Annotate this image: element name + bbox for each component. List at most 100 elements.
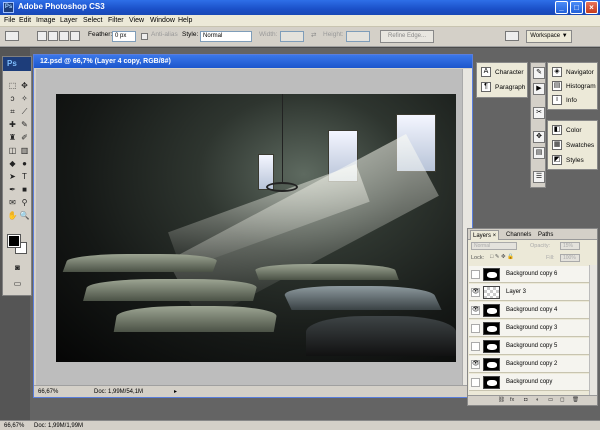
healing-brush-icon[interactable]: ✚ <box>7 120 18 130</box>
notes-tool-icon[interactable]: ✉ <box>7 198 18 208</box>
move-tool-icon[interactable]: ✥ <box>19 81 30 91</box>
history-icon[interactable]: ▤ <box>533 147 545 159</box>
new-group-icon[interactable]: ▭ <box>548 397 553 403</box>
panel-histogram[interactable]: ▤ Histogram <box>552 80 596 94</box>
palette-well-icon[interactable] <box>505 31 519 41</box>
link-layers-icon[interactable]: ⛓ <box>498 397 505 403</box>
menu-layer[interactable]: Layer <box>60 17 78 24</box>
menu-help[interactable]: Help <box>178 17 192 24</box>
feather-input[interactable]: 0 px <box>112 31 136 42</box>
tool-presets-icon[interactable]: ▶ <box>533 83 545 95</box>
layer-row[interactable]: 👁 Background copy 2 <box>469 356 589 373</box>
layer-style-icon[interactable]: fx <box>510 397 514 403</box>
magic-wand-tool-icon[interactable]: ✧ <box>19 94 30 104</box>
lasso-tool-icon[interactable]: ↄ <box>7 94 18 104</box>
path-selection-icon[interactable]: ➤ <box>7 172 18 182</box>
history-brush-icon[interactable]: ✐ <box>19 133 30 143</box>
layer-mask-icon[interactable]: ◘ <box>524 397 527 403</box>
subtract-selection-icon[interactable] <box>59 31 69 41</box>
tools-icon[interactable]: ✂ <box>533 107 545 119</box>
type-tool-icon[interactable]: T <box>19 172 30 182</box>
layer-row[interactable]: Background copy 6 <box>469 266 589 283</box>
gradient-tool-icon[interactable]: ▥ <box>19 146 30 156</box>
crop-tool-icon[interactable]: ⌗ <box>7 107 18 117</box>
new-selection-icon[interactable] <box>37 31 47 41</box>
panel-character[interactable]: A Character <box>481 66 524 80</box>
panel-styles[interactable]: ◩ Styles <box>552 154 584 168</box>
menu-filter[interactable]: Filter <box>108 17 124 24</box>
width-input[interactable] <box>280 31 304 42</box>
layer-row[interactable]: 👁 Background copy 4 <box>469 302 589 319</box>
blend-mode-select[interactable]: Normal <box>471 242 517 250</box>
lock-icons[interactable]: □ ✎ ✥ 🔒 <box>490 254 514 260</box>
style-select[interactable]: Normal <box>200 31 252 42</box>
marquee-tool-preset-icon[interactable] <box>5 31 19 41</box>
clone-stamp-icon[interactable]: ♜ <box>7 133 18 143</box>
workspace-button[interactable]: Workspace ▼ <box>526 30 572 43</box>
panel-color[interactable]: ◧ Color <box>552 124 582 138</box>
layer-name: Background copy 3 <box>506 325 558 331</box>
layer-row[interactable]: 👁 Layer 3 <box>469 284 589 301</box>
menu-view[interactable]: View <box>129 17 144 24</box>
document-image[interactable] <box>56 94 456 362</box>
dodge-tool-icon[interactable]: ● <box>19 159 30 169</box>
shape-tool-icon[interactable]: ■ <box>19 185 30 195</box>
screen-mode-icon[interactable]: ▭ <box>12 279 23 289</box>
height-input[interactable] <box>346 31 370 42</box>
zoom-tool-icon[interactable]: 🔍 <box>19 211 30 221</box>
layers-scrollbar[interactable] <box>589 265 597 395</box>
panel-swatches[interactable]: ▦ Swatches <box>552 139 594 153</box>
status-zoom[interactable]: 66,67% <box>4 421 24 430</box>
intersect-selection-icon[interactable] <box>70 31 80 41</box>
slice-tool-icon[interactable]: ⟋ <box>19 107 30 117</box>
brush-tool-icon[interactable]: ✎ <box>19 120 30 130</box>
trash-icon[interactable]: 🗑 <box>572 397 579 403</box>
visibility-toggle[interactable] <box>471 342 480 351</box>
eyedropper-tool-icon[interactable]: ⚲ <box>19 198 30 208</box>
menu-select[interactable]: Select <box>83 17 102 24</box>
layer-row[interactable]: Background copy 5 <box>469 338 589 355</box>
refine-edge-button[interactable]: Refine Edge... <box>380 30 434 43</box>
maximize-button[interactable]: □ <box>570 1 583 14</box>
eye-icon[interactable]: 👁 <box>471 360 480 369</box>
eye-icon[interactable]: 👁 <box>471 306 480 315</box>
fill-input[interactable]: 100% <box>560 254 580 262</box>
blur-tool-icon[interactable]: ◆ <box>7 159 18 169</box>
tab-channels[interactable]: Channels <box>504 230 533 240</box>
layer-row[interactable]: Background copy 3 <box>469 320 589 337</box>
layer-comps-icon[interactable]: ✥ <box>533 131 545 143</box>
document-zoom[interactable]: 66,67% <box>38 386 58 398</box>
panel-navigator[interactable]: ◈ Navigator <box>552 66 594 80</box>
panel-paragraph[interactable]: ¶ Paragraph <box>481 81 525 95</box>
add-selection-icon[interactable] <box>48 31 58 41</box>
status-menu-arrow-icon[interactable]: ▸ <box>174 386 177 398</box>
brushes-icon[interactable]: ✎ <box>533 67 545 79</box>
menu-window[interactable]: Window <box>150 17 175 24</box>
eraser-tool-icon[interactable]: ◫ <box>7 146 18 156</box>
close-button[interactable]: × <box>585 1 598 14</box>
quick-mask-icon[interactable]: ◙ <box>12 263 23 273</box>
visibility-toggle[interactable] <box>471 270 480 279</box>
tab-paths[interactable]: Paths <box>536 230 555 240</box>
new-layer-icon[interactable]: ◻ <box>560 397 565 403</box>
hand-tool-icon[interactable]: ✋ <box>7 211 18 221</box>
tab-layers[interactable]: Layers × <box>470 230 500 240</box>
menu-edit[interactable]: Edit <box>19 17 31 24</box>
visibility-toggle[interactable] <box>471 378 480 387</box>
antialias-checkbox[interactable] <box>141 33 148 40</box>
opacity-input[interactable]: 15% <box>560 242 580 250</box>
panel-info[interactable]: i Info <box>552 94 577 108</box>
layer-row[interactable]: Background copy <box>469 374 589 391</box>
menu-image[interactable]: Image <box>36 17 55 24</box>
visibility-toggle[interactable] <box>471 324 480 333</box>
actions-icon[interactable]: ☰ <box>533 171 545 183</box>
marquee-tool-icon[interactable]: ⬚ <box>7 81 18 91</box>
pen-tool-icon[interactable]: ✒ <box>7 185 18 195</box>
foreground-color-swatch[interactable] <box>7 234 21 248</box>
menu-file[interactable]: File <box>4 17 15 24</box>
adjustment-layer-icon[interactable]: ◐ <box>536 397 539 403</box>
swap-icon[interactable]: ⇄ <box>311 31 316 39</box>
eye-icon[interactable]: 👁 <box>471 288 480 297</box>
minimize-button[interactable]: _ <box>555 1 568 14</box>
canvas-area[interactable] <box>36 69 462 385</box>
